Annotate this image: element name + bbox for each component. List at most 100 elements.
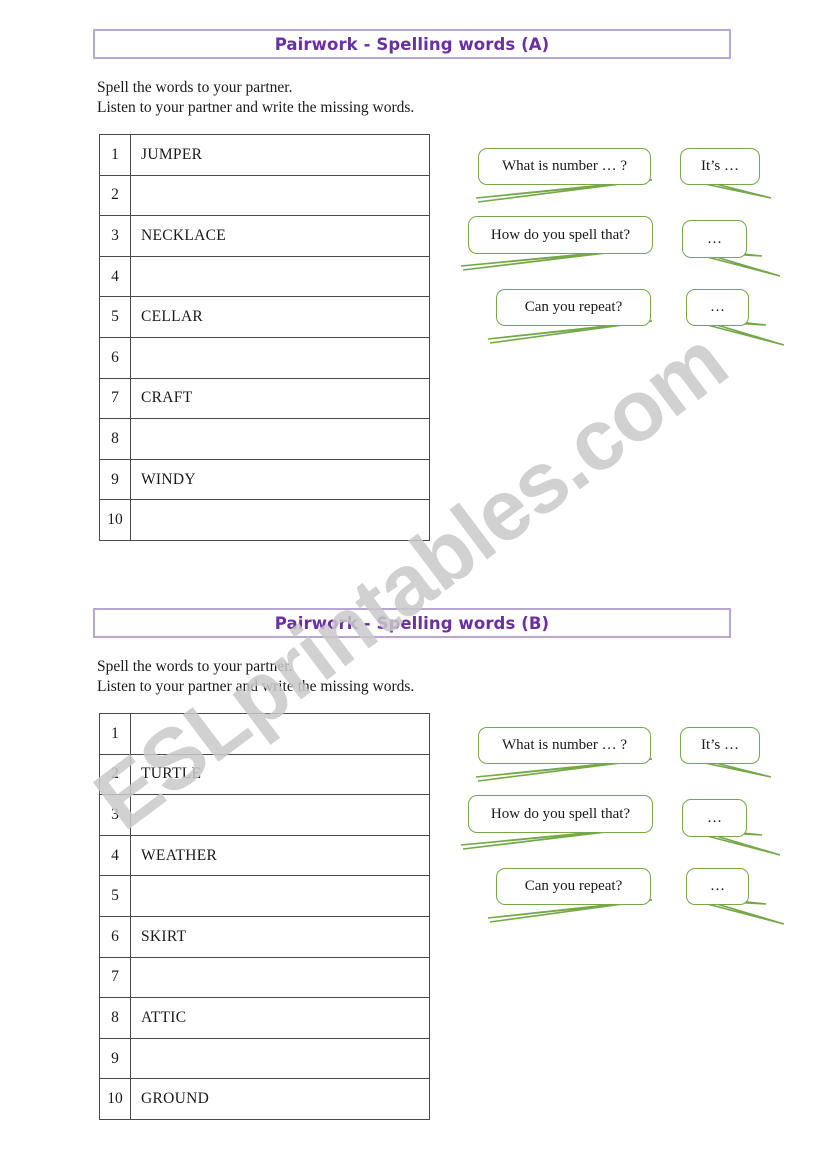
row-word[interactable]	[130, 875, 430, 917]
row-word[interactable]: NECKLACE	[130, 215, 430, 257]
speech-bubble-tail	[683, 175, 772, 199]
speech-bubble-text: What is number … ?	[502, 737, 627, 753]
instructions-b: Spell the words to your partner. Listen …	[97, 657, 414, 696]
table-row: 5 CELLAR	[99, 296, 430, 338]
speech-bubble-text: It’s …	[701, 737, 739, 753]
row-word[interactable]: CRAFT	[130, 377, 430, 420]
row-number: 10	[99, 499, 131, 541]
row-word[interactable]: ATTIC	[130, 997, 430, 1039]
speech-bubble-tail	[460, 247, 649, 271]
speech-bubble-text: …	[707, 809, 722, 826]
section-title-box-a: Pairwork - Spelling words (A)	[93, 29, 731, 59]
row-word[interactable]	[130, 174, 430, 217]
row-number: 6	[99, 336, 131, 379]
speech-bubble-text: …	[707, 230, 722, 247]
speech-bubble-what-is-number-b: What is number … ?	[478, 727, 651, 764]
table-row: 10	[99, 499, 430, 541]
speech-bubble-text: What is number … ?	[502, 158, 627, 174]
speech-bubble-how-do-you-spell-b: How do you spell that?	[468, 795, 653, 833]
instruction-line-1: Spell the words to your partner.	[97, 658, 293, 675]
table-row: 2 TURTLE	[99, 753, 430, 796]
speech-bubble-what-is-number-a: What is number … ?	[478, 148, 651, 185]
row-number: 7	[99, 956, 131, 999]
table-row: 6 SKIRT	[99, 915, 430, 958]
speech-bubble-text: …	[710, 299, 725, 315]
row-word[interactable]: WINDY	[130, 458, 430, 501]
row-number: 6	[99, 915, 131, 958]
row-number: 5	[99, 875, 131, 917]
row-number: 5	[99, 296, 131, 338]
speech-bubble-ellipsis-1-b: …	[682, 799, 747, 837]
speech-bubble-tail	[475, 758, 653, 782]
speech-bubble-tail	[475, 179, 653, 203]
word-table-b: 1 2 TURTLE 3 4 WEATHER 5 6 SKIRT 7 8 ATT…	[99, 713, 430, 1120]
speech-bubble-tail	[460, 826, 649, 850]
row-word[interactable]	[130, 713, 430, 755]
row-number: 2	[99, 753, 131, 796]
table-row: 4 WEATHER	[99, 834, 430, 877]
speech-bubble-can-you-repeat-a: Can you repeat?	[496, 289, 651, 326]
row-number: 3	[99, 215, 131, 257]
row-word[interactable]	[130, 499, 430, 541]
table-row: 9	[99, 1037, 430, 1080]
row-word[interactable]: CELLAR	[130, 296, 430, 338]
page-title-a: Pairwork - Spelling words (A)	[274, 34, 550, 54]
row-number: 10	[99, 1078, 131, 1120]
speech-bubble-its-b: It’s …	[680, 727, 760, 764]
table-row: 8 ATTIC	[99, 997, 430, 1039]
speech-bubble-text: Can you repeat?	[524, 299, 623, 315]
speech-bubble-ellipsis-2-b: …	[686, 868, 749, 905]
row-word[interactable]	[130, 418, 430, 460]
row-word[interactable]	[130, 794, 430, 836]
row-number: 8	[99, 418, 131, 460]
table-row: 7	[99, 956, 430, 999]
row-number: 1	[99, 713, 131, 755]
speech-bubble-can-you-repeat-b: Can you repeat?	[496, 868, 651, 905]
speech-bubble-how-do-you-spell-a: How do you spell that?	[468, 216, 653, 254]
speech-bubble-text: Can you repeat?	[524, 878, 623, 894]
speech-bubble-ellipsis-2-a: …	[686, 289, 749, 326]
table-row: 1 JUMPER	[99, 134, 430, 176]
row-word[interactable]	[130, 956, 430, 999]
table-row: 6	[99, 336, 430, 379]
row-word[interactable]: WEATHER	[130, 834, 430, 877]
row-word[interactable]: SKIRT	[130, 915, 430, 958]
table-row: 1	[99, 713, 430, 755]
row-word[interactable]	[130, 336, 430, 379]
row-word[interactable]	[130, 255, 430, 298]
speech-bubble-tail	[487, 899, 653, 923]
row-number: 4	[99, 834, 131, 877]
table-row: 2	[99, 174, 430, 217]
speech-bubble-its-a: It’s …	[680, 148, 760, 185]
row-number: 4	[99, 255, 131, 298]
instruction-line-2: Listen to your partner and write the mis…	[97, 98, 415, 116]
speech-bubble-tail	[487, 320, 653, 344]
row-number: 8	[99, 997, 131, 1039]
row-number: 3	[99, 794, 131, 836]
instructions-a: Spell the words to your partner. Listen …	[97, 78, 414, 117]
row-number: 2	[99, 174, 131, 217]
table-row: 9 WINDY	[99, 458, 430, 501]
instruction-line-1: Spell the words to your partner.	[97, 79, 293, 96]
table-row: 8	[99, 418, 430, 460]
speech-bubble-tail	[683, 754, 772, 778]
row-word[interactable]: JUMPER	[130, 134, 430, 176]
row-word[interactable]	[130, 1037, 430, 1080]
table-row: 7 CRAFT	[99, 377, 430, 420]
row-number: 9	[99, 1037, 131, 1080]
table-row: 5	[99, 875, 430, 917]
table-row: 3 NECKLACE	[99, 215, 430, 257]
speech-bubble-tail	[689, 895, 785, 925]
instruction-line-2: Listen to your partner and write the mis…	[97, 677, 415, 695]
speech-bubble-text: How do you spell that?	[490, 226, 631, 243]
row-word[interactable]: TURTLE	[130, 753, 430, 796]
row-word[interactable]: GROUND	[130, 1078, 430, 1120]
table-row: 10 GROUND	[99, 1078, 430, 1120]
row-number: 1	[99, 134, 131, 176]
table-row: 3	[99, 794, 430, 836]
row-number: 9	[99, 458, 131, 501]
section-title-box-b: Pairwork - Spelling words (B)	[93, 608, 731, 638]
page-title-b: Pairwork - Spelling words (B)	[274, 613, 550, 633]
speech-bubble-tail	[689, 316, 785, 346]
speech-bubble-text: It’s …	[701, 158, 739, 174]
